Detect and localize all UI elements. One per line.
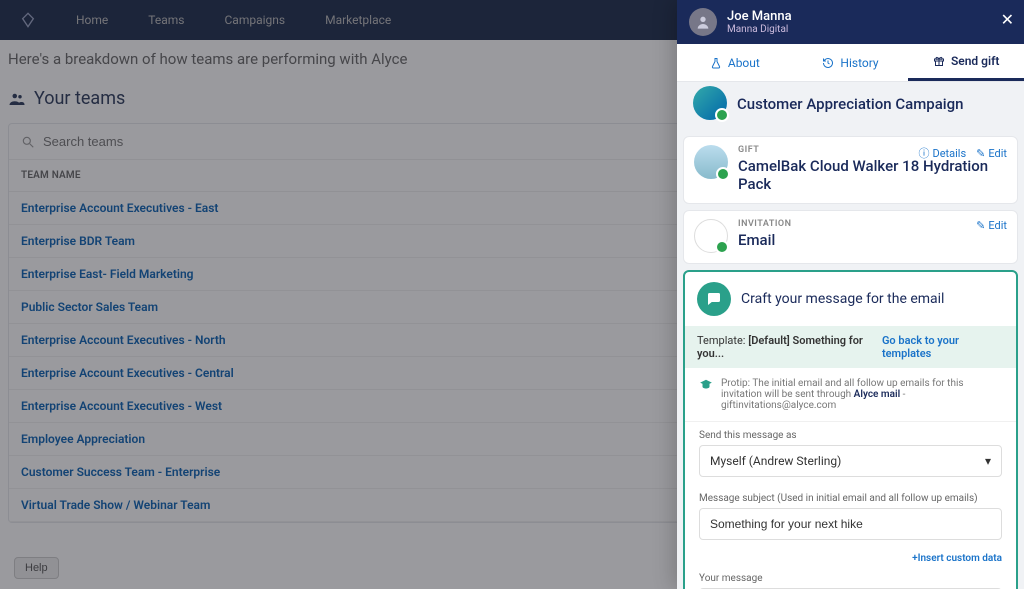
invitation-card: ✎ Edit INVITATION Email — [683, 210, 1018, 264]
tab-history[interactable]: History — [793, 44, 909, 81]
campaign-thumb — [693, 86, 727, 120]
send-as-label: Send this message as — [699, 430, 1002, 441]
pencil-icon: ✎ — [976, 219, 985, 232]
message-icon — [697, 282, 731, 316]
flask-icon — [710, 57, 722, 69]
message-card: Craft your message for the email Templat… — [683, 270, 1018, 589]
protip-label: Protip: — [721, 378, 750, 389]
gift-title: CamelBak Cloud Walker 18 Hydration Pack — [738, 157, 1007, 193]
pencil-icon: ✎ — [976, 147, 985, 160]
check-icon — [715, 108, 729, 122]
protip-text: The initial email and all follow up emai… — [721, 378, 964, 400]
side-panel-header: Joe Manna Manna Digital ✕ — [677, 0, 1024, 44]
gift-edit-label: Edit — [988, 147, 1007, 160]
side-panel-body: Customer Appreciation Campaign ⓘ Details… — [677, 82, 1024, 589]
history-icon — [822, 57, 834, 69]
tab-send-gift[interactable]: Send gift — [908, 44, 1024, 81]
send-as-value: Myself (Andrew Sterling) — [710, 454, 841, 468]
subject-input[interactable] — [699, 508, 1002, 540]
graduation-cap-icon — [699, 378, 713, 411]
invitation-edit-label: Edit — [988, 219, 1007, 232]
send-as-section: Send this message as Myself (Andrew Ster… — [685, 422, 1016, 485]
gift-thumb — [694, 145, 728, 179]
side-panel-tabs: About History Send gift — [677, 44, 1024, 82]
tab-about-label: About — [728, 56, 760, 70]
invitation-edit-link[interactable]: ✎ Edit — [976, 219, 1007, 232]
avatar — [689, 8, 717, 36]
message-heading: Craft your message for the email — [741, 291, 944, 307]
protip: Protip: The initial email and all follow… — [685, 368, 1016, 422]
contact-org: Manna Digital — [727, 24, 792, 35]
close-icon[interactable]: ✕ — [1001, 10, 1014, 29]
check-icon — [716, 167, 730, 181]
contact-name: Joe Manna — [727, 9, 792, 24]
gift-edit-link[interactable]: ✎ Edit — [976, 145, 1007, 161]
your-message-label: Your message — [699, 573, 1002, 584]
template-label: Template: — [697, 334, 745, 347]
tab-send-label: Send gift — [951, 54, 999, 68]
campaign-title: Customer Appreciation Campaign — [737, 95, 963, 113]
info-icon: ⓘ — [918, 145, 929, 161]
tab-history-label: History — [840, 56, 878, 70]
gift-card: ⓘ Details ✎ Edit GIFT CamelBak Cloud Wal… — [683, 136, 1018, 204]
message-body-section: Your message Hi Joe, I noticed you like … — [685, 569, 1016, 589]
protip-emph: Alyce mail — [854, 389, 901, 400]
send-as-select[interactable]: Myself (Andrew Sterling) ▾ — [699, 445, 1002, 477]
invitation-thumb — [694, 219, 728, 253]
campaign-card: Customer Appreciation Campaign — [683, 82, 1018, 130]
check-icon — [715, 240, 729, 254]
insert-custom-data-link[interactable]: +Insert custom data — [912, 553, 1002, 564]
tab-about[interactable]: About — [677, 44, 793, 81]
side-panel: Joe Manna Manna Digital ✕ About History … — [677, 0, 1024, 589]
gift-details-link[interactable]: ⓘ Details — [918, 145, 966, 161]
invitation-label: INVITATION — [738, 219, 792, 229]
go-back-templates-link[interactable]: Go back to your templates — [882, 334, 1004, 360]
subject-label: Message subject (Used in initial email a… — [699, 493, 1002, 504]
gift-details-label: Details — [932, 147, 966, 160]
chevron-down-icon: ▾ — [985, 454, 991, 468]
subject-section: Message subject (Used in initial email a… — [685, 485, 1016, 548]
gift-icon — [933, 55, 945, 67]
invitation-title: Email — [738, 231, 792, 249]
template-bar: Template: [Default] Something for you...… — [685, 326, 1016, 368]
